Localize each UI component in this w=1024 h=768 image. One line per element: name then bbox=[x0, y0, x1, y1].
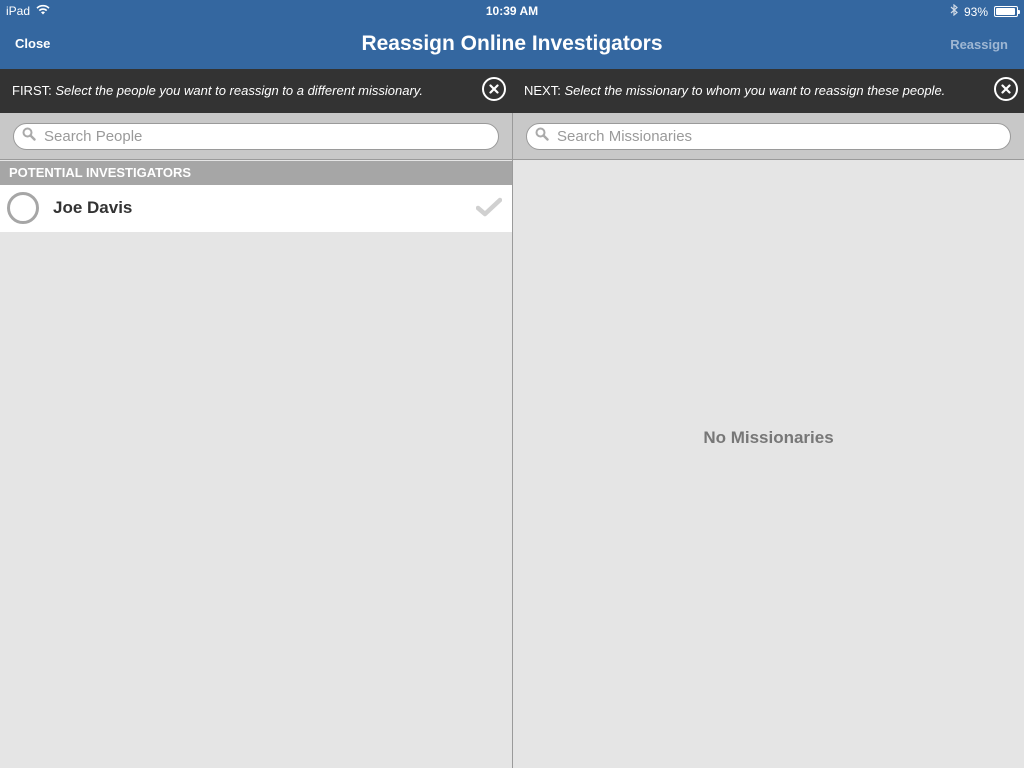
people-search-field[interactable] bbox=[13, 123, 499, 150]
empty-state-label: No Missionaries bbox=[703, 428, 834, 447]
list-item[interactable]: Joe Davis bbox=[0, 185, 512, 232]
instruction-next: NEXT: Select the missionary to whom you … bbox=[524, 83, 945, 98]
top-bar: iPad 10:39 AM 93% Close Reassign Online … bbox=[0, 0, 1024, 69]
dismiss-first-instruction-icon[interactable] bbox=[482, 77, 506, 101]
dismiss-next-instruction-icon[interactable] bbox=[994, 77, 1018, 101]
instruction-next-text: Select the missionary to whom you want t… bbox=[564, 83, 946, 98]
people-search-row bbox=[0, 113, 512, 160]
select-radio-icon[interactable] bbox=[7, 192, 39, 224]
battery-icon bbox=[994, 6, 1020, 17]
search-missionaries-input[interactable] bbox=[557, 128, 985, 145]
instruction-bar: FIRST: Select the people you want to rea… bbox=[0, 69, 1024, 113]
instruction-next-lead: NEXT: bbox=[524, 83, 561, 98]
person-name: Joe Davis bbox=[53, 198, 133, 217]
instruction-first: FIRST: Select the people you want to rea… bbox=[12, 83, 423, 98]
search-icon bbox=[22, 127, 36, 146]
nav-bar: Close Reassign Online Investigators Reas… bbox=[0, 22, 1024, 69]
page-title: Reassign Online Investigators bbox=[361, 32, 663, 55]
reassign-button[interactable]: Reassign bbox=[950, 37, 1008, 52]
search-icon bbox=[535, 127, 549, 146]
search-people-input[interactable] bbox=[44, 128, 473, 145]
missionaries-search-row bbox=[513, 113, 1024, 160]
instruction-first-text: Select the people you want to reassign t… bbox=[55, 83, 423, 98]
battery-percent: 93% bbox=[963, 4, 988, 19]
bluetooth-icon bbox=[950, 3, 958, 19]
status-bar: iPad 10:39 AM 93% bbox=[0, 0, 1024, 22]
section-header-potential-investigators: POTENTIAL INVESTIGATORS bbox=[0, 161, 512, 185]
missionaries-search-field[interactable] bbox=[526, 123, 1011, 150]
checkmark-icon bbox=[475, 197, 503, 222]
status-time: 10:39 AM bbox=[485, 4, 539, 18]
instruction-first-lead: FIRST: bbox=[12, 83, 52, 98]
